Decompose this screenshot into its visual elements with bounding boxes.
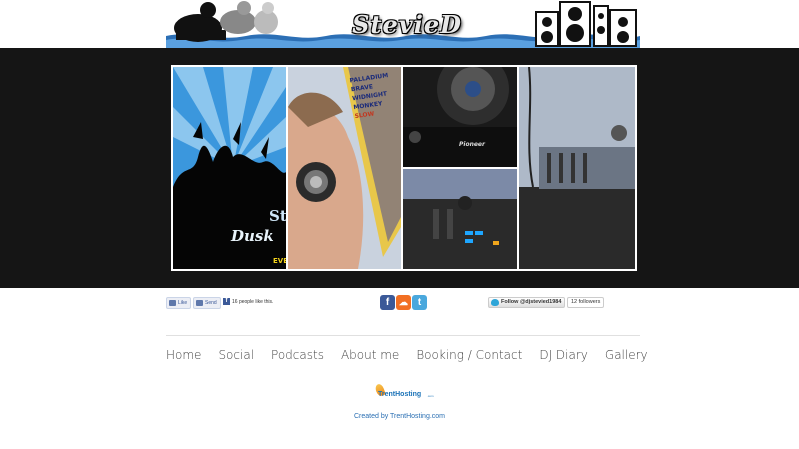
facebook-send-button[interactable]: Send (193, 297, 221, 309)
cdj-image (403, 67, 517, 167)
nav-item-home[interactable]: Home (166, 346, 201, 364)
facebook-like-count: f 16 people like this. (223, 298, 273, 305)
poster-text: PALLADIUM BRAVE WIDNIGHT MONKEY SLOW (349, 70, 401, 121)
twitter-bird-icon (491, 299, 499, 306)
like-label: Like (178, 300, 188, 306)
facebook-icon[interactable]: f (380, 295, 395, 310)
send-icon (196, 300, 203, 306)
nav-item-about[interactable]: About me (341, 346, 399, 364)
twitter-follow-label: Follow @djstevied1984 (501, 299, 562, 305)
facebook-like-button[interactable]: Like (166, 297, 192, 309)
controller-image (403, 169, 517, 269)
nav-item-booking[interactable]: Booking / Contact (416, 346, 522, 364)
trenthosting-logo[interactable]: TrentHosting .com (372, 382, 434, 402)
site-banner: StevieD (166, 0, 640, 48)
footer-credit: Created by TrentHosting.com (0, 413, 799, 420)
gallery-photo-club-flyer[interactable]: St Dusk EVE (173, 67, 286, 269)
flyer-text-2: Dusk (231, 227, 274, 245)
site-logo[interactable]: StevieD (348, 6, 466, 44)
facebook-small-icon: f (223, 298, 230, 305)
photo-gallery[interactable]: St Dusk EVE PALLADIUM BRAVE WIDNIGHT MON… (171, 65, 637, 271)
nav-item-social[interactable]: Social (218, 346, 254, 364)
nav-item-dj-diary[interactable]: DJ Diary (539, 346, 588, 364)
gallery-photo-pioneer-cdj[interactable]: Pioneer (403, 67, 517, 269)
nav-item-podcasts[interactable]: Podcasts (271, 346, 324, 364)
trenthosting-logo-name: TrentHosting (378, 391, 422, 398)
credit-link[interactable]: Created by TrentHosting.com (354, 413, 445, 420)
flyer-text-1: St (269, 207, 286, 225)
trenthosting-logo-domain: .com (427, 394, 434, 398)
soundcloud-icon[interactable]: ☁ (396, 295, 411, 310)
main-nav: Home Social Podcasts About me Booking / … (166, 346, 665, 364)
dj-silhouette-graphic (174, 1, 278, 42)
nav-item-gallery[interactable]: Gallery (605, 346, 648, 364)
gallery-photo-mixer-desk[interactable] (519, 67, 635, 269)
mixer-desk-image (519, 67, 635, 269)
send-label: Send (205, 300, 217, 306)
pioneer-label: Pioneer (459, 141, 485, 148)
twitter-followers-count: 12 followers (567, 297, 605, 308)
twitter-icon[interactable]: t (412, 295, 427, 310)
divider (166, 335, 640, 336)
twitter-follow-button[interactable]: Follow @djstevied1984 (488, 297, 566, 308)
thumbs-up-icon (169, 300, 176, 306)
flyer-text-3: EVE (273, 257, 286, 265)
like-count-text: 16 people like this. (232, 298, 274, 305)
speakers-graphic (535, 1, 637, 47)
gallery-photo-dj-headphones[interactable]: PALLADIUM BRAVE WIDNIGHT MONKEY SLOW (288, 67, 401, 269)
